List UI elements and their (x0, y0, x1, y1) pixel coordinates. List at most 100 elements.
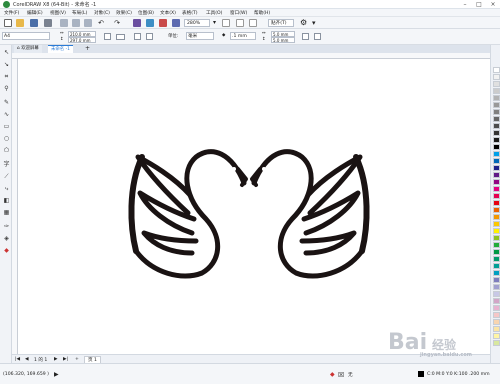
menu-object[interactable]: 对象(C) (94, 10, 110, 16)
show-grid-icon[interactable] (249, 19, 257, 27)
add-page-icon[interactable]: + (75, 357, 79, 362)
palette-swatch[interactable] (493, 214, 500, 220)
palette-swatch[interactable] (493, 81, 500, 87)
palette-swatch[interactable] (493, 298, 500, 304)
palette-swatch[interactable] (493, 109, 500, 115)
page-size-dropdown[interactable]: A4 (2, 32, 50, 40)
polygon-tool-icon[interactable]: ⬠ (3, 147, 10, 154)
zoom-level-field[interactable]: 280% (184, 19, 210, 27)
swan-artwork[interactable] (18, 59, 490, 354)
transparency-tool-icon[interactable]: ▦ (3, 209, 10, 216)
cut-icon[interactable] (60, 19, 68, 27)
landscape-icon[interactable] (116, 34, 125, 40)
units-dropdown[interactable]: 毫米 (186, 32, 214, 40)
add-tab-icon[interactable]: + (82, 45, 93, 53)
menu-table[interactable]: 表格(T) (182, 10, 198, 16)
palette-swatch[interactable] (493, 88, 500, 94)
close-icon[interactable]: × (486, 0, 500, 9)
paste-icon[interactable] (84, 19, 92, 27)
show-rulers-icon[interactable] (236, 19, 244, 27)
redo-icon[interactable]: ↷ (113, 19, 121, 27)
menu-help[interactable]: 帮助(H) (254, 10, 270, 16)
prev-page-icon[interactable]: ◀ (25, 357, 29, 362)
maximize-icon[interactable]: □ (472, 0, 486, 9)
chevron-down-icon[interactable]: ▾ (312, 19, 320, 27)
interactive-fill-icon[interactable]: ◈ (3, 235, 10, 242)
menu-text[interactable]: 文本(X) (160, 10, 176, 16)
palette-swatch[interactable] (493, 179, 500, 185)
smart-fill-icon[interactable]: ◆ (3, 247, 10, 254)
tab-document[interactable]: 未命名 -1 (48, 45, 73, 53)
freehand-tool-icon[interactable]: ✎ (3, 99, 10, 106)
palette-swatch[interactable] (493, 326, 500, 332)
drop-shadow-icon[interactable]: ◧ (3, 197, 10, 204)
text-tool-icon[interactable]: 字 (3, 161, 10, 168)
palette-swatch[interactable] (493, 249, 500, 255)
menu-view[interactable]: 视图(V) (50, 10, 66, 16)
crop-tool-icon[interactable]: ⌗ (3, 73, 10, 80)
shape-tool-icon[interactable]: ↘ (3, 61, 10, 68)
pick-tool-icon[interactable]: ↖ (3, 49, 10, 56)
menu-edit[interactable]: 编辑(E) (27, 10, 43, 16)
full-screen-icon[interactable] (222, 19, 230, 27)
save-icon[interactable] (30, 19, 38, 27)
current-page-icon[interactable] (146, 33, 153, 40)
minimize-icon[interactable]: – (458, 0, 472, 9)
play-icon[interactable]: ▶ (54, 371, 59, 378)
drawing-canvas[interactable] (18, 59, 490, 354)
publish-pdf-icon[interactable] (159, 19, 167, 27)
palette-swatch[interactable] (493, 256, 500, 262)
treat-as-filled-icon[interactable] (314, 33, 321, 40)
zoom-tool-icon[interactable]: ⚲ (3, 85, 10, 92)
palette-swatch[interactable] (493, 200, 500, 206)
menu-tools[interactable]: 工具(O) (206, 10, 222, 16)
rectangle-tool-icon[interactable]: ▭ (3, 123, 10, 130)
import-icon[interactable] (133, 19, 141, 27)
palette-swatch[interactable] (493, 319, 500, 325)
gear-icon[interactable]: ⚙ (300, 19, 308, 27)
snap-to-dropdown[interactable]: 贴齐(T) (268, 19, 294, 27)
portrait-icon[interactable] (104, 33, 111, 40)
palette-swatch[interactable] (493, 277, 500, 283)
all-pages-icon[interactable] (134, 33, 141, 40)
palette-swatch[interactable] (493, 116, 500, 122)
palette-swatch[interactable] (493, 186, 500, 192)
duplicate-y-field[interactable]: 5.0 mm (271, 37, 295, 43)
palette-swatch[interactable] (493, 312, 500, 318)
palette-swatch[interactable] (493, 263, 500, 269)
menu-bitmaps[interactable]: 位图(B) (138, 10, 154, 16)
palette-swatch[interactable] (493, 144, 500, 150)
palette-swatch[interactable] (493, 284, 500, 290)
chevron-down-icon[interactable]: ▾ (213, 19, 221, 27)
palette-swatch[interactable] (493, 235, 500, 241)
first-page-icon[interactable]: |◀ (15, 357, 20, 362)
palette-swatch[interactable] (493, 172, 500, 178)
tab-welcome[interactable]: ⌂ 欢迎屏幕 (14, 45, 42, 53)
palette-swatch[interactable] (493, 228, 500, 234)
palette-swatch[interactable] (493, 95, 500, 101)
menu-layout[interactable]: 布局(L) (72, 10, 87, 16)
print-icon[interactable] (44, 19, 52, 27)
palette-swatch[interactable] (493, 137, 500, 143)
nudge-distance-field[interactable]: .1 mm (230, 32, 256, 40)
palette-swatch[interactable] (493, 193, 500, 199)
connector-tool-icon[interactable]: ⤷ (3, 185, 10, 192)
menu-window[interactable]: 窗口(W) (230, 10, 247, 16)
open-folder-icon[interactable] (16, 19, 24, 27)
ellipse-tool-icon[interactable]: ○ (3, 135, 10, 142)
palette-swatch[interactable] (493, 207, 500, 213)
artistic-media-icon[interactable]: ∿ (3, 111, 10, 118)
palette-swatch[interactable] (493, 123, 500, 129)
palette-swatch[interactable] (493, 270, 500, 276)
palette-swatch[interactable] (493, 130, 500, 136)
palette-swatch[interactable] (493, 291, 500, 297)
parallel-dimension-icon[interactable]: ⟋ (3, 173, 10, 180)
menu-effects[interactable]: 效果(C) (116, 10, 132, 16)
palette-swatch[interactable] (493, 151, 500, 157)
last-page-icon[interactable]: ▶| (63, 357, 68, 362)
palette-swatch[interactable] (493, 333, 500, 339)
next-page-icon[interactable]: ▶ (54, 357, 58, 362)
palette-swatch[interactable] (493, 340, 500, 346)
undo-icon[interactable]: ↶ (97, 19, 105, 27)
palette-swatch[interactable] (493, 74, 500, 80)
